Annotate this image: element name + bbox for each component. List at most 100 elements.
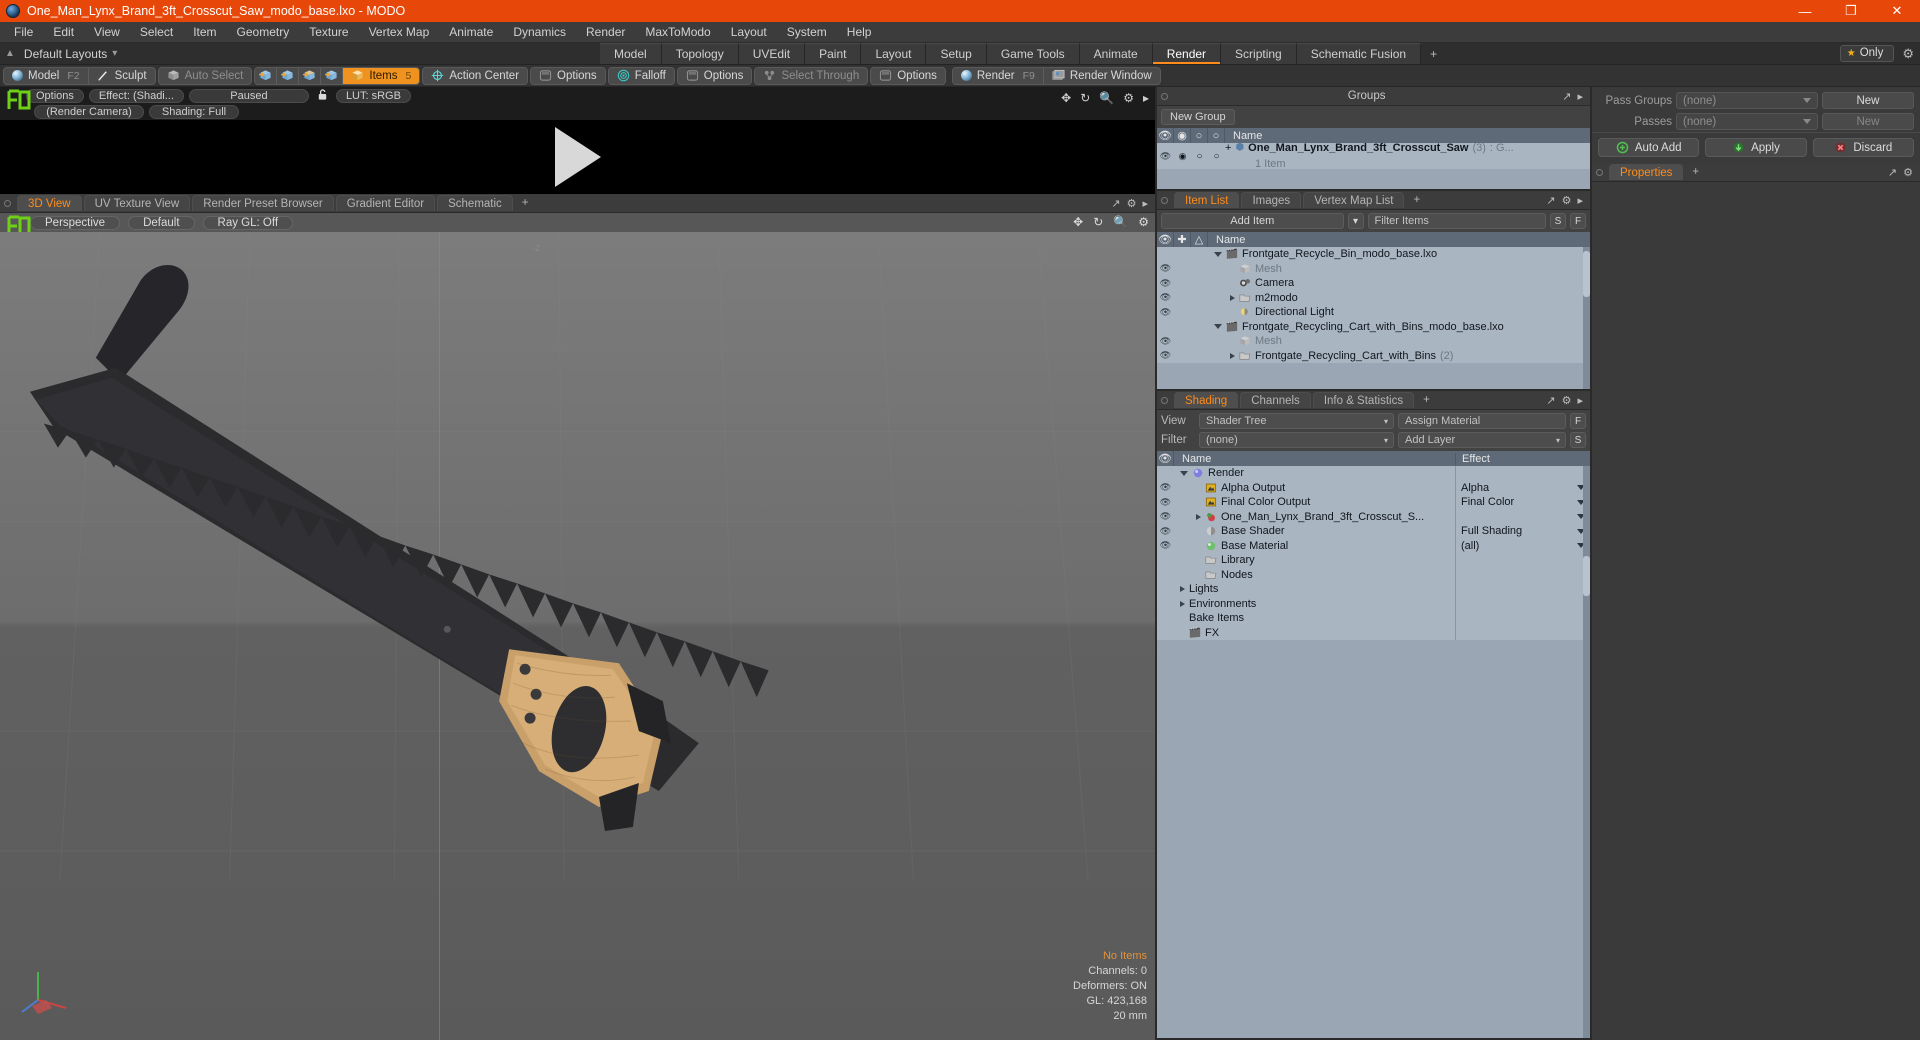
shading-scroll-thumb[interactable] bbox=[1583, 556, 1590, 596]
model-mode-button[interactable]: Model F2 bbox=[4, 68, 88, 84]
shading-row[interactable]: 👁 Base Shader Full Shading bbox=[1157, 524, 1590, 539]
eye-icon[interactable]: 👁 bbox=[1157, 497, 1174, 508]
shading-list-body[interactable]: Render 👁 Alpha Output Alpha 👁 Final Color Out… bbox=[1157, 466, 1590, 1038]
expander-collapse-icon[interactable] bbox=[1180, 470, 1188, 476]
panel-dot-icon[interactable] bbox=[1596, 168, 1603, 176]
layout-tab-animate[interactable]: Animate bbox=[1079, 43, 1153, 64]
action-center-options-button[interactable]: Options bbox=[531, 68, 605, 84]
add-layer-dropdown[interactable]: Add Layer ▾ bbox=[1398, 432, 1566, 448]
shading-row[interactable]: 👁 Alpha Output Alpha bbox=[1157, 480, 1590, 495]
camera-toggle-icon[interactable]: ◉ bbox=[1174, 151, 1191, 162]
render-toggle-icon[interactable]: ○ bbox=[1208, 151, 1225, 162]
item-list-tab-item-list[interactable]: Item List bbox=[1174, 192, 1240, 208]
menu-item-texture[interactable]: Texture bbox=[299, 22, 358, 43]
render-shading-dropdown[interactable]: Shading: Full bbox=[149, 105, 239, 119]
layout-tab-add-button[interactable]: + bbox=[1421, 43, 1447, 64]
zoom-icon[interactable]: 🔍 bbox=[1099, 91, 1114, 105]
render-status-button[interactable]: Paused bbox=[188, 88, 309, 103]
item-list-row[interactable]: 👁 Frontgate_Recycling_Cart_with_Bins (2) bbox=[1157, 348, 1590, 363]
shading-f-button[interactable]: F bbox=[1570, 413, 1586, 429]
menu-item-item[interactable]: Item bbox=[183, 22, 226, 43]
item-list-f-button[interactable]: F bbox=[1570, 213, 1586, 229]
unlock-icon[interactable] bbox=[316, 88, 329, 104]
render-preview-canvas[interactable] bbox=[0, 120, 1155, 194]
viewport-tab-uv-texture-view[interactable]: UV Texture View bbox=[83, 195, 191, 211]
eye-icon[interactable]: 👁 bbox=[1157, 278, 1174, 289]
render-camera-dropdown[interactable]: (Render Camera) bbox=[34, 105, 144, 119]
menu-item-edit[interactable]: Edit bbox=[43, 22, 84, 43]
layout-tab-layout[interactable]: Layout bbox=[861, 43, 927, 64]
eye-icon[interactable]: 👁 bbox=[1157, 307, 1174, 318]
viewport-tab-add-button[interactable]: + bbox=[515, 195, 536, 211]
properties-tab-properties[interactable]: Properties bbox=[1609, 164, 1684, 180]
expander-expand-icon[interactable] bbox=[1196, 513, 1201, 520]
shading-row[interactable]: Library bbox=[1157, 553, 1590, 568]
item-list-row[interactable]: 👁 Mesh bbox=[1157, 334, 1590, 349]
layout-tab-scripting[interactable]: Scripting bbox=[1221, 43, 1297, 64]
layout-up-arrow-icon[interactable]: ▲ bbox=[5, 48, 15, 59]
edge-mode-button[interactable] bbox=[277, 67, 300, 84]
menu-item-dynamics[interactable]: Dynamics bbox=[503, 22, 576, 43]
item-list-row[interactable]: 👁 Mesh bbox=[1157, 261, 1590, 276]
shading-row[interactable]: Render bbox=[1157, 466, 1590, 481]
passes-dropdown[interactable]: (none) bbox=[1676, 113, 1818, 130]
preview-expand-icon[interactable]: ▸ bbox=[1143, 91, 1149, 105]
item-list-expand-icon[interactable]: ↗ bbox=[1546, 194, 1555, 207]
apply-button[interactable]: Apply bbox=[1705, 138, 1807, 157]
groups-row[interactable]: 👁 ◉ ○ ○ + ⬢ One_Man_Lynx_Brand_3ft_Crosscut_Sa… bbox=[1157, 143, 1590, 170]
shading-row[interactable]: FX bbox=[1157, 625, 1590, 640]
viewport-zoom-icon[interactable]: 🔍 bbox=[1113, 215, 1128, 229]
menu-item-maxtomodo[interactable]: MaxToModo bbox=[635, 22, 720, 43]
item-list-tab-vertex-map-list[interactable]: Vertex Map List bbox=[1303, 192, 1405, 208]
shade-toggle-icon[interactable]: ○ bbox=[1191, 151, 1208, 162]
item-list-s-button[interactable]: S bbox=[1550, 213, 1566, 229]
eye-icon[interactable]: 👁 bbox=[1157, 336, 1174, 347]
raygl-dropdown[interactable]: Ray GL: Off bbox=[202, 215, 294, 230]
menu-item-animate[interactable]: Animate bbox=[439, 22, 503, 43]
menu-item-vertex-map[interactable]: Vertex Map bbox=[359, 22, 440, 43]
groups-expand-icon[interactable]: ↗ bbox=[1562, 90, 1571, 103]
axis-gizmo[interactable] bbox=[18, 956, 80, 1018]
close-button[interactable]: ✕ bbox=[1874, 0, 1920, 22]
item-list-gear-icon[interactable]: ⚙ bbox=[1562, 194, 1572, 207]
layout-tab-schematic-fusion[interactable]: Schematic Fusion bbox=[1296, 43, 1422, 64]
shader-tree-dropdown[interactable]: Shader Tree ▾ bbox=[1199, 413, 1394, 429]
eye-icon[interactable]: 👁 bbox=[1157, 263, 1174, 274]
expander-expand-icon[interactable] bbox=[1180, 600, 1185, 607]
gear-icon[interactable]: ⚙ bbox=[1902, 46, 1914, 62]
shading-effect-cell[interactable]: (all) bbox=[1455, 538, 1590, 553]
viewport-tab-3d-view[interactable]: 3D View bbox=[17, 195, 82, 211]
add-item-dropdown-button[interactable]: ▾ bbox=[1347, 213, 1364, 229]
item-list-scrollbar[interactable] bbox=[1583, 247, 1590, 389]
saw-model[interactable] bbox=[0, 232, 1155, 881]
item-list-menu-icon[interactable]: ▸ bbox=[1577, 194, 1583, 207]
rotate-icon[interactable]: ↻ bbox=[1080, 91, 1090, 105]
shading-effect-cell[interactable] bbox=[1455, 509, 1590, 524]
properties-expand-icon[interactable]: ↗ bbox=[1888, 166, 1897, 179]
menu-item-layout[interactable]: Layout bbox=[721, 22, 777, 43]
render-effect-dropdown[interactable]: Effect: (Shadi... bbox=[88, 88, 184, 103]
vertex-mode-button[interactable] bbox=[255, 67, 278, 84]
properties-tab-add-button[interactable]: + bbox=[1685, 164, 1706, 180]
eye-icon[interactable]: 👁 bbox=[1157, 151, 1174, 162]
menu-item-select[interactable]: Select bbox=[130, 22, 183, 43]
falloff-button[interactable]: Falloff bbox=[609, 68, 674, 84]
polygon-mode-button[interactable] bbox=[299, 67, 322, 84]
menu-item-file[interactable]: File bbox=[4, 22, 43, 43]
item-list-row[interactable]: 👁 Camera bbox=[1157, 276, 1590, 291]
render-preview-options-button[interactable]: Options bbox=[26, 88, 84, 103]
shading-row[interactable]: 👁 One_Man_Lynx_Brand_3ft_Crosscut_S... bbox=[1157, 509, 1590, 524]
panel-dot-icon[interactable] bbox=[1161, 196, 1168, 204]
minimize-button[interactable]: — bbox=[1782, 0, 1828, 22]
shading-scrollbar[interactable] bbox=[1583, 466, 1590, 1038]
layout-tab-topology[interactable]: Topology bbox=[661, 43, 739, 64]
shading-tab-info-statistics[interactable]: Info & Statistics bbox=[1312, 392, 1415, 408]
shading-row[interactable]: Lights bbox=[1157, 582, 1590, 597]
eye-icon[interactable]: 👁 bbox=[1157, 482, 1174, 493]
render-window-button[interactable]: Render Window bbox=[1042, 67, 1160, 84]
item-list-tab-add-button[interactable]: + bbox=[1406, 192, 1427, 208]
pan-icon[interactable]: ✥ bbox=[1061, 91, 1071, 105]
group-expand-icon[interactable]: + bbox=[1225, 143, 1231, 154]
shading-s-button[interactable]: S bbox=[1570, 432, 1586, 448]
default-layouts-label[interactable]: Default Layouts bbox=[24, 47, 107, 61]
